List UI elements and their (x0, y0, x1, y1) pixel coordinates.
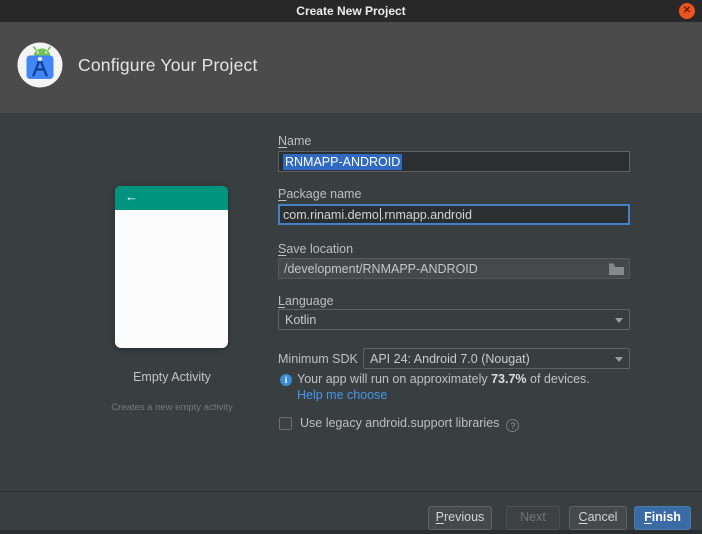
help-me-choose-link[interactable]: Help me choose (297, 388, 387, 402)
cancel-button[interactable]: Cancel (569, 506, 627, 530)
wizard-footer: Previous Next Cancel Finish (0, 491, 702, 534)
template-description: Creates a new empty activity (111, 402, 233, 413)
chevron-down-icon (615, 318, 623, 323)
phone-preview-appbar: ← (115, 186, 228, 210)
template-name: Empty Activity (133, 370, 211, 384)
sdk-info-text: Your app will run on approximately 73.7%… (297, 372, 590, 386)
window-titlebar: Create New Project ✕ (0, 0, 702, 22)
window-title: Create New Project (296, 4, 406, 18)
main-panel: ← Empty Activity Creates a new empty act… (0, 113, 702, 491)
previous-button[interactable]: Previous (428, 506, 492, 530)
close-button[interactable]: ✕ (679, 3, 695, 19)
wizard-header: Configure Your Project (0, 22, 702, 113)
save-location-label: Save location (278, 242, 354, 256)
name-input[interactable]: RNMAPP-ANDROID (278, 151, 630, 172)
help-icon[interactable]: ? (506, 419, 520, 432)
finish-button[interactable]: Finish (634, 506, 691, 530)
selected-text: RNMAPP-ANDROID (283, 153, 403, 170)
package-name-input[interactable]: com.rinami.demo .rnmapp.android (278, 204, 630, 225)
android-studio-logo-icon (17, 42, 63, 88)
language-label: Language (278, 294, 334, 308)
project-form: Name RNMAPP-ANDROID Package name com.rin… (278, 113, 630, 491)
min-sdk-select[interactable]: API 24: Android 7.0 (Nougat) (363, 348, 630, 369)
min-sdk-label: Minimum SDK (278, 352, 358, 366)
legacy-support-checkbox[interactable] (279, 417, 292, 430)
package-name-label: Package name (278, 187, 362, 201)
close-icon: ✕ (682, 5, 692, 16)
info-icon: i (280, 374, 292, 386)
next-button[interactable]: Next (506, 506, 560, 530)
page-title: Configure Your Project (78, 55, 258, 75)
language-select[interactable]: Kotlin (278, 309, 630, 330)
window-bottom-edge (0, 530, 702, 534)
create-new-project-dialog: Create New Project ✕ Configure Your Proj… (0, 0, 702, 534)
save-location-input[interactable]: /development/RNMAPP-ANDROID (278, 258, 630, 279)
template-preview-card: ← (115, 186, 228, 348)
back-arrow-icon: ← (125, 189, 138, 204)
folder-browse-icon[interactable] (608, 262, 625, 276)
name-label: Name (278, 134, 312, 148)
legacy-support-checkbox-label: Use legacy android.support libraries? (300, 416, 520, 432)
chevron-down-icon (615, 357, 623, 362)
